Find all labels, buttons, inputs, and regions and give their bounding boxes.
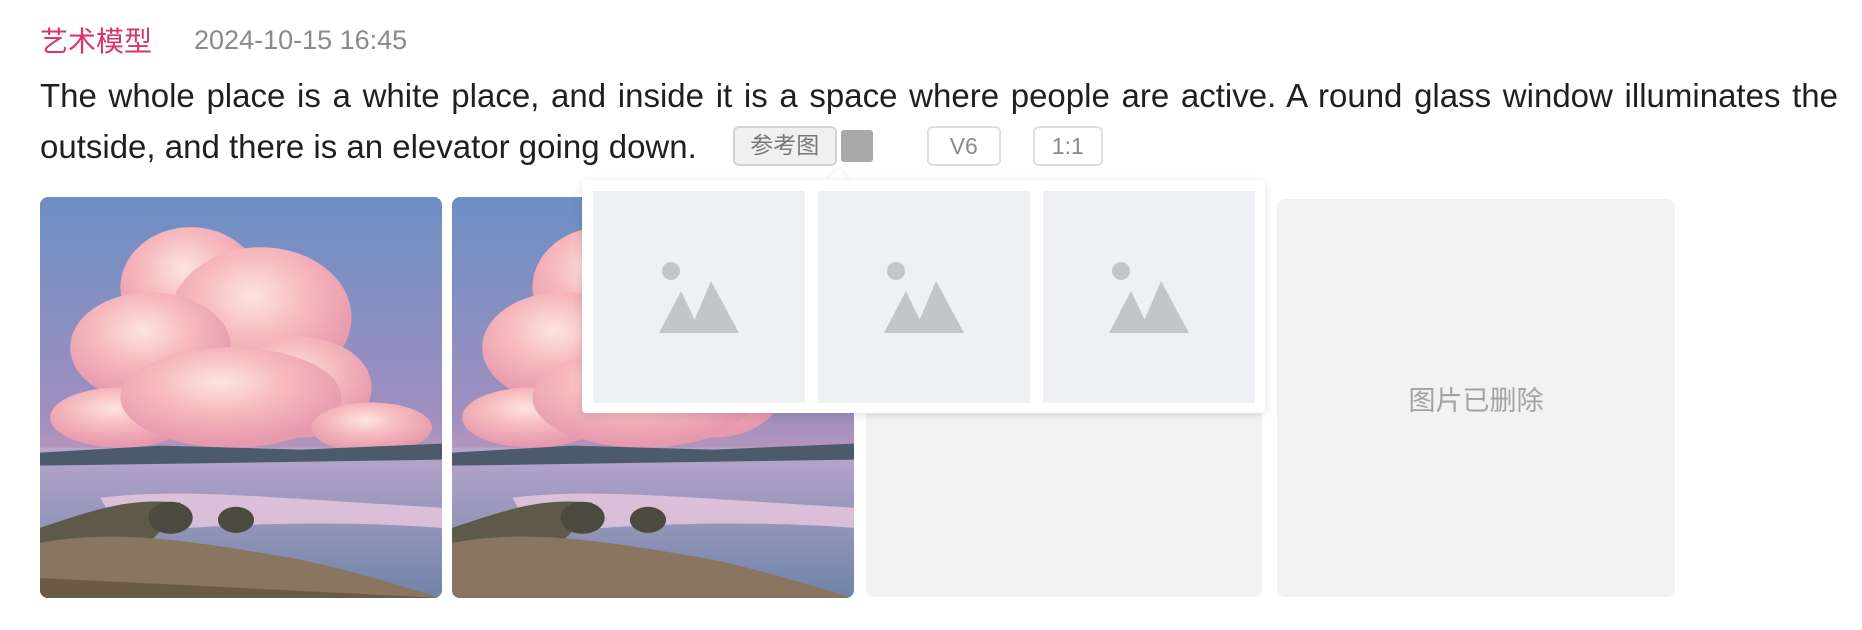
reference-image-placeholder-1[interactable] bbox=[593, 191, 805, 403]
image-placeholder-icon bbox=[659, 262, 739, 333]
reference-image-thumbnail[interactable] bbox=[840, 130, 873, 163]
version-tag: V6 bbox=[926, 126, 1001, 167]
reference-image-popover bbox=[582, 180, 1265, 413]
deleted-image-slot: 图片已删除 bbox=[1277, 199, 1675, 597]
reference-image-placeholder-3[interactable] bbox=[1043, 191, 1255, 403]
image-placeholder-icon bbox=[884, 262, 964, 333]
model-name[interactable]: 艺术模型 bbox=[40, 20, 152, 60]
image-placeholder-icon bbox=[1109, 262, 1189, 333]
aspect-ratio-tag: 1:1 bbox=[1032, 126, 1103, 167]
generated-image-1[interactable] bbox=[40, 197, 442, 598]
deleted-image-label: 图片已删除 bbox=[1408, 385, 1544, 417]
prompt-block: The whole place is a white place, and in… bbox=[40, 70, 1838, 172]
timestamp: 2024-10-15 16:45 bbox=[194, 24, 408, 55]
record-meta: 艺术模型 2024-10-15 16:45 bbox=[40, 20, 407, 60]
reference-image-placeholder-2[interactable] bbox=[818, 191, 1030, 403]
landscape-image bbox=[40, 197, 442, 598]
reference-image-tag[interactable]: 参考图 bbox=[732, 126, 837, 167]
